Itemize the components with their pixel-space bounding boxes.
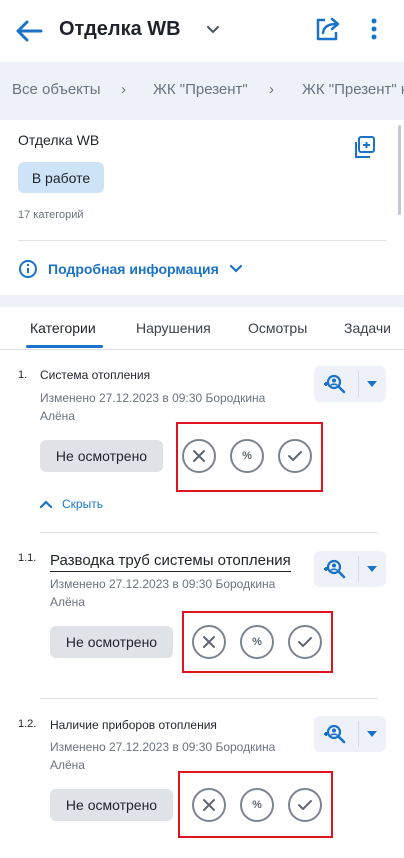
search-person-icon[interactable]	[322, 557, 346, 581]
chevron-right-icon: ›	[269, 81, 274, 98]
chevron-down-icon[interactable]	[205, 24, 221, 36]
divider	[358, 721, 359, 747]
active-tab-indicator	[26, 345, 103, 348]
chevron-down-icon	[229, 264, 242, 273]
divider	[358, 556, 359, 582]
chevron-right-icon: ›	[121, 81, 126, 98]
search-person-icon[interactable]	[322, 372, 346, 396]
more-vertical-icon[interactable]	[364, 14, 384, 44]
status-badge: В работе	[18, 162, 104, 193]
breadcrumb-item[interactable]: Все объекты	[12, 81, 101, 98]
scrollbar[interactable]	[398, 125, 401, 215]
document-edit-icon[interactable]	[352, 134, 378, 160]
category-meta: Изменено 27.12.2023 в 09:30 Бородкина Ал…	[40, 391, 266, 423]
inspection-status-tag: Не осмотрено	[50, 789, 173, 821]
category-title-text: Разводка труб системы отопления	[50, 552, 291, 572]
breadcrumb-item[interactable]: ЖК "Презент" к	[302, 81, 404, 98]
collapse-link-label: Скрыть	[62, 497, 103, 511]
section-separator	[0, 295, 404, 307]
share-icon[interactable]	[312, 14, 342, 44]
breadcrumb: Все объекты › ЖК "Презент" › ЖК "Презент…	[0, 62, 404, 120]
back-arrow-icon[interactable]	[14, 18, 44, 44]
inspect-button-group	[314, 551, 386, 587]
tab-categories[interactable]: Категории	[30, 320, 96, 336]
category-number: 1.2.	[18, 718, 37, 730]
object-card: Отделка WB В работе 17 категорий Подробн…	[0, 120, 404, 295]
inspect-button-group	[314, 366, 386, 402]
category-number: 1.1.	[18, 552, 37, 564]
inspect-button-group	[314, 716, 386, 752]
inspection-status-tag: Не осмотрено	[40, 440, 163, 472]
app-header: Отделка WB	[0, 0, 404, 62]
divider	[40, 532, 378, 533]
category-meta: Изменено 27.12.2023 в 09:30 Бородкина Ал…	[50, 740, 276, 772]
caret-down-icon[interactable]	[366, 730, 378, 738]
highlight-box	[178, 771, 333, 838]
category-number: 1.	[18, 369, 28, 381]
tab-inspections[interactable]: Осмотры	[248, 320, 307, 336]
inspection-status-tag: Не осмотрено	[50, 626, 173, 658]
details-link[interactable]: Подробная информация	[18, 259, 243, 279]
divider	[18, 240, 386, 241]
tab-bar: Категории Нарушения Осмотры Задачи	[0, 307, 404, 350]
divider	[358, 371, 359, 397]
object-name: Отделка WB	[18, 132, 100, 148]
category-meta: Изменено 27.12.2023 в 09:30 Бородкина Ал…	[50, 577, 276, 609]
breadcrumb-item[interactable]: ЖК "Презент"	[153, 81, 248, 98]
page-title: Отделка WB	[59, 18, 181, 40]
search-person-icon[interactable]	[322, 722, 346, 746]
category-title[interactable]: Разводка труб системы отопления	[50, 552, 291, 572]
divider	[40, 698, 378, 699]
details-link-label: Подробная информация	[48, 261, 219, 277]
info-icon	[19, 260, 37, 278]
categories-count: 17 категорий	[18, 209, 84, 221]
category-title[interactable]: Система отопления	[40, 368, 150, 382]
collapse-link[interactable]: Скрыть	[40, 497, 103, 511]
caret-down-icon[interactable]	[366, 380, 378, 388]
caret-down-icon[interactable]	[366, 565, 378, 573]
highlight-box	[182, 611, 333, 673]
tab-violations[interactable]: Нарушения	[136, 320, 211, 336]
highlight-box	[176, 422, 323, 492]
tab-tasks[interactable]: Задачи	[344, 320, 391, 336]
chevron-up-icon	[40, 500, 52, 508]
category-title[interactable]: Наличие приборов отопления	[50, 718, 217, 732]
